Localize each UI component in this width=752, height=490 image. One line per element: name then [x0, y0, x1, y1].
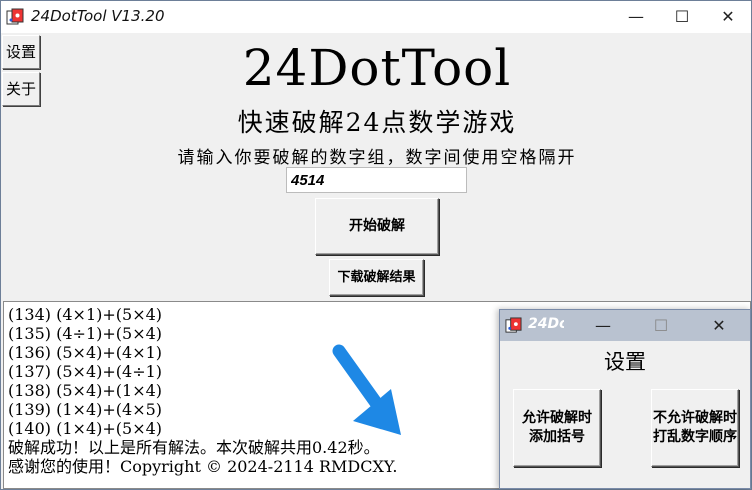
title-bar[interactable]: 24DotTool V13.20 — ☐ ✕ [1, 1, 751, 33]
number-input[interactable] [286, 167, 467, 193]
close-button[interactable]: ✕ [705, 1, 751, 33]
instruction-text: 请输入你要破解的数字组，数字间使用空格隔开 [177, 148, 577, 168]
result-line: (134) (4×1)+(5×4) [8, 305, 163, 324]
settings-minimize-button[interactable]: — [580, 310, 626, 341]
app-icon [6, 8, 24, 25]
result-line: (139) (1×4)+(4×5) [8, 400, 163, 419]
settings-window: 24Dot — ☐ ✕ 设置 允许破解时 添加括号 不允许破解时 打乱数字顺序 [499, 309, 751, 489]
allow-brackets-button[interactable]: 允许破解时 添加括号 [513, 389, 601, 467]
arrow-annotation-icon [332, 344, 401, 435]
result-line: (135) (4÷1)+(5×4) [8, 324, 163, 343]
result-line: (136) (5×4)+(4×1) [8, 343, 163, 362]
allow-brackets-label-line2: 添加括号 [529, 429, 585, 445]
result-line: (138) (5×4)+(1×4) [8, 381, 163, 400]
result-line: (137) (5×4)+(4÷1) [8, 362, 163, 381]
settings-maximize-button[interactable]: ☐ [638, 310, 684, 341]
minimize-button[interactable]: — [613, 1, 659, 33]
main-window: 24DotTool V13.20 — ☐ ✕ 设置 关于 24DotTool 快… [0, 0, 752, 490]
window-title: 24DotTool V13.20 [31, 7, 165, 25]
no-shuffle-button[interactable]: 不允许破解时 打乱数字顺序 [651, 389, 739, 467]
maximize-button[interactable]: ☐ [659, 1, 705, 33]
allow-brackets-label-line1: 允许破解时 [522, 410, 592, 426]
copyright-line: 感谢您的使用！Copyright © 2024-2114 RMDCXY. [8, 457, 398, 476]
settings-window-title: 24Dot [528, 316, 564, 332]
subtitle: 快速破解24点数学游戏 [237, 108, 517, 137]
no-shuffle-label-line2: 打乱数字顺序 [653, 429, 737, 445]
settings-heading: 设置 [604, 350, 646, 374]
no-shuffle-label-line1: 不允许破解时 [653, 410, 737, 426]
success-message: 破解成功！以上是所有解法。本次破解共用0.42秒。 [8, 438, 380, 457]
settings-title-bar[interactable]: 24Dot — ☐ ✕ [500, 310, 750, 341]
start-crack-button[interactable]: 开始破解 [315, 198, 439, 255]
download-results-button[interactable]: 下载破解结果 [329, 259, 424, 296]
app-icon [505, 317, 522, 333]
settings-close-button[interactable]: ✕ [696, 310, 742, 341]
result-line: (140) (1×4)+(5×4) [8, 419, 163, 438]
app-name-heading: 24DotTool [242, 39, 512, 97]
